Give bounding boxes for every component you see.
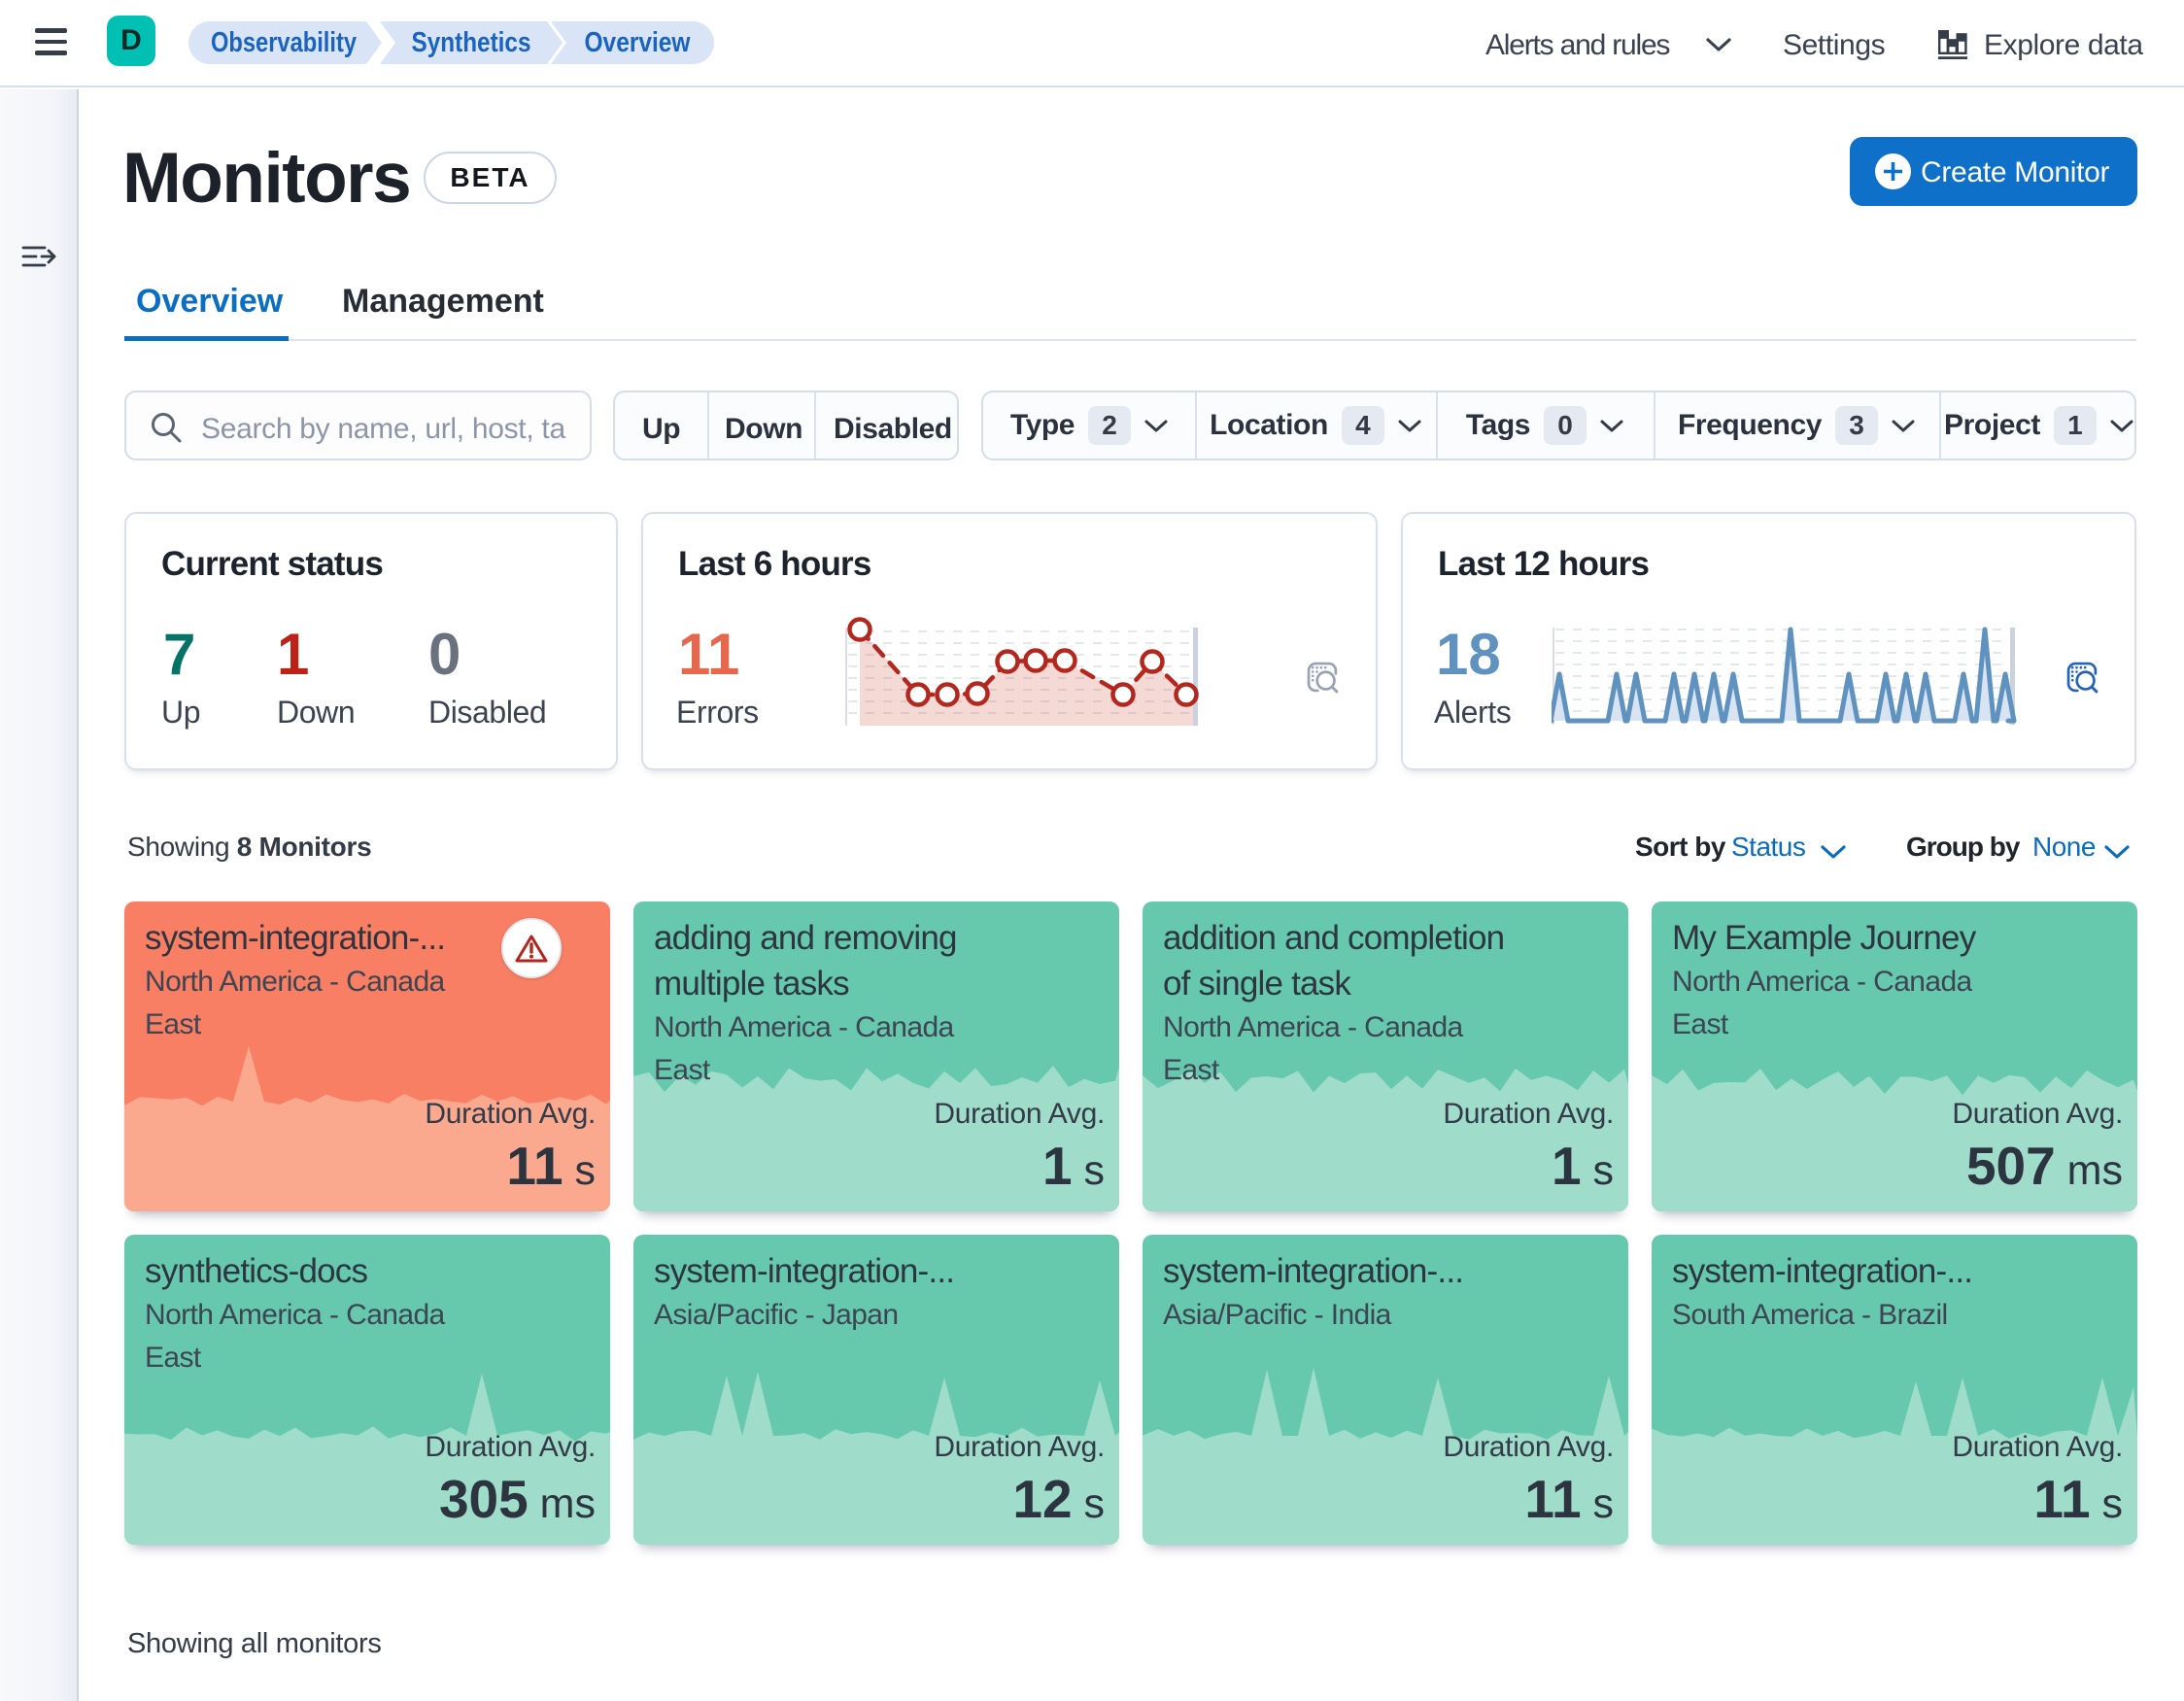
svg-text:Overview: Overview xyxy=(585,27,691,58)
svg-text:Synthetics: Synthetics xyxy=(412,27,531,58)
svg-text:Observability: Observability xyxy=(211,27,357,58)
